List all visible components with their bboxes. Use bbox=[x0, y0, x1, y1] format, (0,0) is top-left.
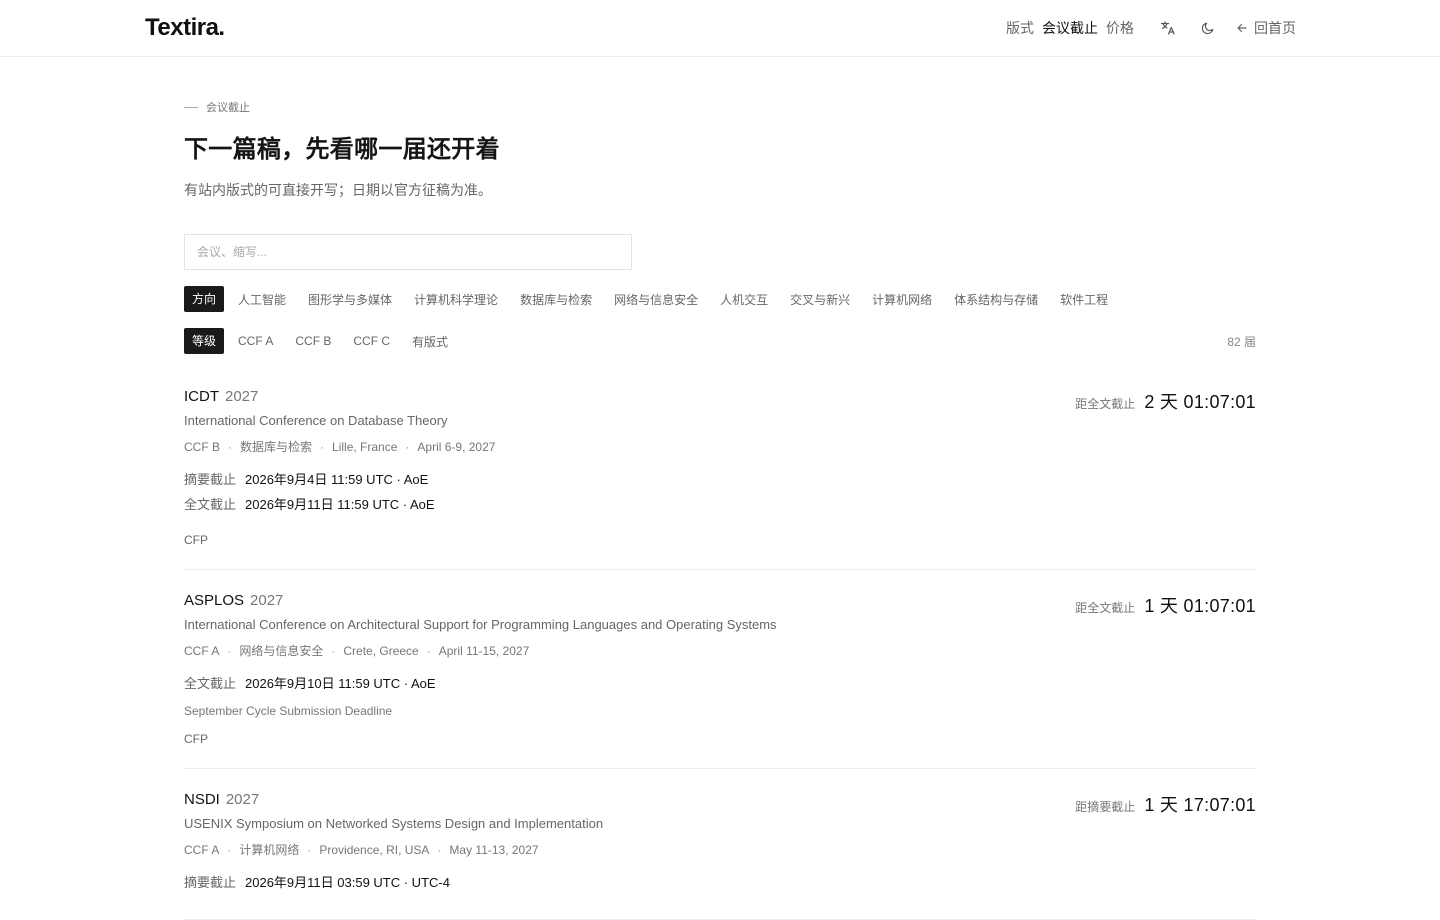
conference-dates: April 6-9, 2027 bbox=[417, 439, 496, 454]
deadline-label: 全文截止 bbox=[184, 676, 237, 691]
countdown-label: 距摘要截止 bbox=[1075, 800, 1136, 814]
deadline-value: 2026年9月11日 11:59 UTC · AoE bbox=[245, 497, 435, 512]
nav-pricing[interactable]: 价格 bbox=[1106, 18, 1134, 38]
conference-area: 网络与信息安全 bbox=[239, 644, 324, 658]
filter-interdisciplinary[interactable]: 交叉与新兴 bbox=[790, 291, 850, 308]
countdown-label: 距全文截止 bbox=[1075, 397, 1136, 411]
filter-database[interactable]: 数据库与检索 bbox=[520, 291, 592, 308]
deadline-list: 全文截止 2026年9月10日 11:59 UTC · AoE bbox=[184, 673, 1256, 698]
nav-formats[interactable]: 版式 bbox=[1006, 18, 1034, 38]
deadline-list: 摘要截止 2026年9月11日 03:59 UTC · UTC-4 bbox=[184, 872, 1256, 897]
countdown-value: 2 天 01:07:01 bbox=[1144, 392, 1256, 412]
filter-ai[interactable]: 人工智能 bbox=[238, 291, 286, 308]
search-box bbox=[184, 234, 632, 270]
countdown: 距全文截止 2 天 01:07:01 bbox=[1075, 388, 1256, 414]
search-input[interactable] bbox=[197, 245, 619, 259]
nav-deadlines[interactable]: 会议截止 bbox=[1042, 18, 1098, 38]
translate-icon[interactable] bbox=[1158, 18, 1178, 38]
conference-abbr[interactable]: NSDI bbox=[184, 791, 220, 808]
deadline-list: 摘要截止 2026年9月4日 11:59 UTC · AoE 全文截止 2026… bbox=[184, 469, 1256, 519]
level-label: 等级 bbox=[184, 328, 225, 354]
countdown: 距摘要截止 1 天 17:07:01 bbox=[1075, 791, 1256, 817]
conference-item: ICDT 2027 距全文截止 2 天 01:07:01 Internation… bbox=[184, 388, 1256, 570]
filter-networks[interactable]: 计算机网络 bbox=[872, 291, 932, 308]
conference-abbr[interactable]: ASPLOS bbox=[184, 592, 244, 609]
deadline-row: 摘要截止 2026年9月11日 03:59 UTC · UTC-4 bbox=[184, 872, 1256, 897]
deadline-value: 2026年9月4日 11:59 UTC · AoE bbox=[245, 472, 429, 487]
conference-meta: CCF A · 网络与信息安全 · Crete, Greece · April 11-… bbox=[184, 643, 530, 659]
arrow-left-icon bbox=[1237, 23, 1247, 33]
conference-full-name: USENIX Symposium on Networked Systems De… bbox=[184, 816, 604, 831]
cfp-link[interactable]: CFP bbox=[184, 732, 1256, 746]
direction-filters: 方向 人工智能 图形学与多媒体 计算机科学理论 数据库与检索 网络与信息安全 人… bbox=[184, 286, 1256, 312]
deadline-label: 全文截止 bbox=[184, 497, 237, 512]
conference-rank: CCF B bbox=[184, 439, 220, 454]
conference-location: Lille, France bbox=[332, 439, 398, 454]
conference-area: 计算机网络 bbox=[239, 843, 300, 857]
conference-abbr[interactable]: ICDT bbox=[184, 388, 219, 405]
filter-hci[interactable]: 人机交互 bbox=[720, 291, 768, 308]
filter-security[interactable]: 网络与信息安全 bbox=[614, 291, 698, 308]
direction-label: 方向 bbox=[184, 286, 225, 312]
deadline-row: 全文截止 2026年9月10日 11:59 UTC · AoE bbox=[184, 673, 1256, 698]
filter-theory[interactable]: 计算机科学理论 bbox=[414, 291, 498, 308]
conference-location: Crete, Greece bbox=[343, 643, 419, 658]
countdown-value: 1 天 01:07:01 bbox=[1144, 596, 1256, 616]
filter-software-engineering[interactable]: 软件工程 bbox=[1060, 291, 1108, 308]
filter-ccf-c[interactable]: CCF C bbox=[353, 334, 390, 348]
back-home-label: 回首页 bbox=[1254, 20, 1296, 36]
main-content: 会议截止 下一篇稿，先看哪一届还开着 有站内版式的可直接开写；日期以官方征稿为准… bbox=[184, 57, 1256, 920]
filter-ccf-a[interactable]: CCF A bbox=[238, 334, 273, 348]
filter-graphics[interactable]: 图形学与多媒体 bbox=[308, 291, 392, 308]
deadline-row: 摘要截止 2026年9月4日 11:59 UTC · AoE bbox=[184, 469, 1256, 494]
deadline-value: 2026年9月10日 11:59 UTC · AoE bbox=[245, 676, 436, 691]
eyebrow-line bbox=[184, 106, 198, 108]
conference-item: ASPLOS 2027 距全文截止 1 天 01:07:01 Internati… bbox=[184, 570, 1256, 769]
deadline-value: 2026年9月11日 03:59 UTC · UTC-4 bbox=[245, 875, 450, 890]
conference-dates: May 11-13, 2027 bbox=[449, 842, 539, 857]
countdown-label: 距全文截止 bbox=[1075, 601, 1136, 615]
countdown-value: 1 天 17:07:01 bbox=[1144, 795, 1256, 815]
level-filters: 等级 CCF A CCF B CCF C 有版式 82 届 bbox=[184, 328, 1256, 354]
eyebrow-label: 会议截止 bbox=[206, 102, 250, 114]
conference-year: 2027 bbox=[225, 791, 260, 808]
nav-menu: 版式 会议截止 价格 回首页 bbox=[998, 0, 1296, 56]
eyebrow: 会议截止 bbox=[184, 99, 1256, 115]
conference-meta: CCF A · 计算机网络 · Providence, RI, USA · May 1… bbox=[184, 842, 539, 858]
deadline-label: 摘要截止 bbox=[184, 472, 237, 487]
back-home-link[interactable]: 回首页 bbox=[1236, 18, 1296, 38]
deadline-label: 摘要截止 bbox=[184, 875, 237, 890]
conference-list: ICDT 2027 距全文截止 2 天 01:07:01 Internation… bbox=[184, 388, 1256, 920]
conference-full-name: International Conference on Architectura… bbox=[184, 617, 777, 632]
cfp-link[interactable]: CFP bbox=[184, 533, 1256, 547]
conference-location: Providence, RI, USA bbox=[319, 842, 430, 857]
page-title: 下一篇稿，先看哪一届还开着 bbox=[184, 136, 500, 163]
filter-ccf-b[interactable]: CCF B bbox=[295, 334, 331, 348]
deadline-note: September Cycle Submission Deadline bbox=[184, 704, 393, 718]
dark-mode-moon-icon[interactable] bbox=[1198, 18, 1218, 38]
conference-item: NSDI 2027 距摘要截止 1 天 17:07:01 USENIX Symp… bbox=[184, 769, 1256, 920]
conference-year: 2027 bbox=[225, 388, 259, 405]
conference-full-name: International Conference on Database The… bbox=[184, 413, 448, 428]
result-count: 82 届 bbox=[1227, 334, 1256, 349]
conference-rank: CCF A bbox=[184, 643, 220, 658]
conference-area: 数据库与检索 bbox=[240, 440, 313, 454]
logo[interactable]: Textira. bbox=[145, 14, 225, 42]
top-navbar: Textira. 版式 会议截止 价格 回首页 bbox=[0, 0, 1440, 57]
filter-architecture[interactable]: 体系结构与存储 bbox=[954, 291, 1038, 308]
conference-year: 2027 bbox=[250, 592, 284, 609]
conference-dates: April 11-15, 2027 bbox=[438, 643, 530, 658]
conference-rank: CCF A bbox=[184, 842, 220, 857]
deadline-row: 全文截止 2026年9月11日 11:59 UTC · AoE bbox=[184, 494, 1256, 519]
page-subtitle: 有站内版式的可直接开写；日期以官方征稿为准。 bbox=[184, 182, 492, 198]
countdown: 距全文截止 1 天 01:07:01 bbox=[1075, 592, 1256, 618]
filter-has-template[interactable]: 有版式 bbox=[412, 333, 448, 350]
conference-meta: CCF B · 数据库与检索 · Lille, France · April 6-9,… bbox=[184, 439, 496, 455]
